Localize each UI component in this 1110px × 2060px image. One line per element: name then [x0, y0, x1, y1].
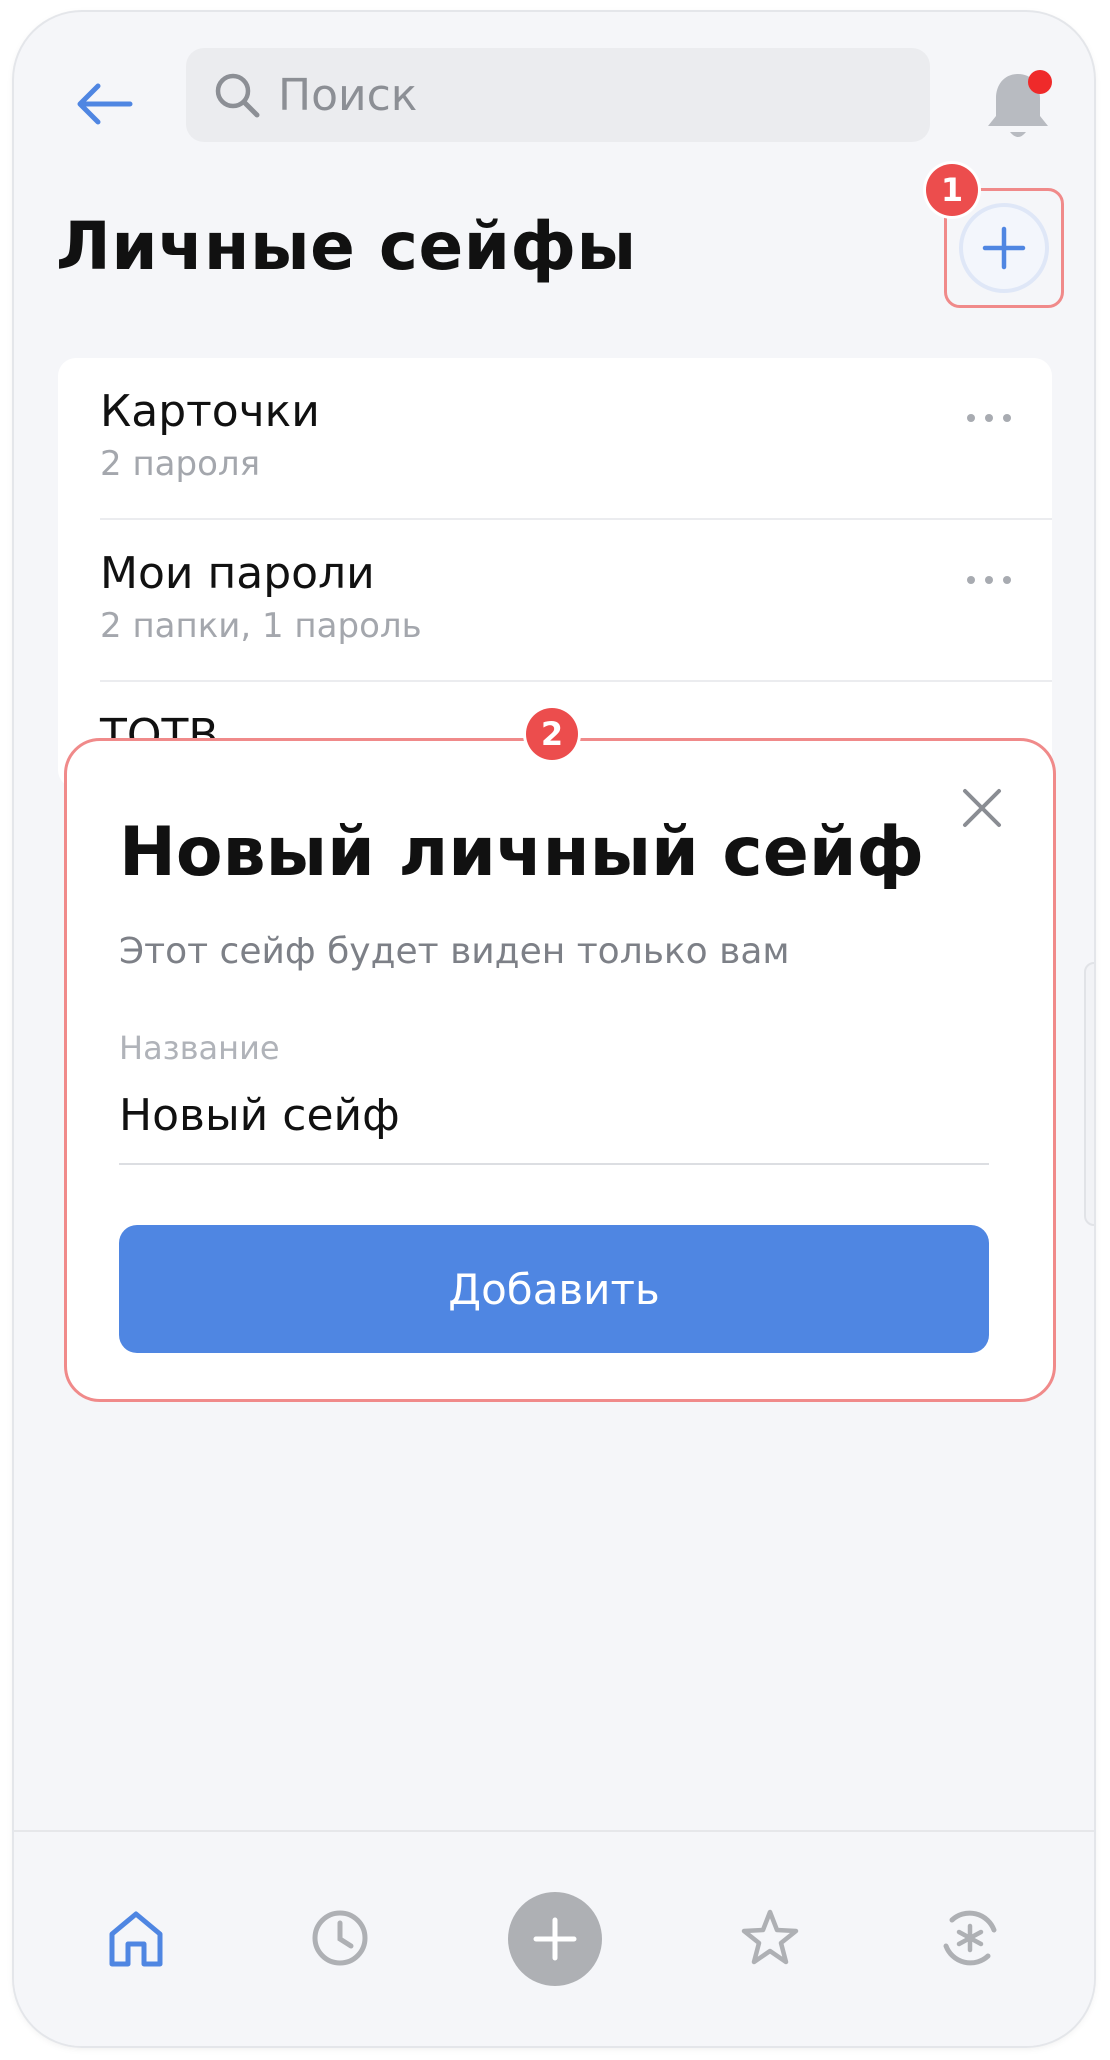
back-button[interactable]: [64, 64, 144, 144]
bell-icon: [988, 70, 1052, 137]
more-options-icon[interactable]: [964, 570, 1014, 590]
vault-item-my-passwords[interactable]: Мои пароли 2 папки, 1 пароль: [100, 520, 1052, 682]
input-underline: [119, 1163, 989, 1165]
magnifier-icon: [215, 73, 260, 118]
bottom-navigation: [14, 1830, 1094, 2046]
side-handle[interactable]: [1084, 962, 1094, 1226]
vault-name-input[interactable]: [119, 1073, 989, 1157]
nav-history[interactable]: [300, 1898, 380, 1978]
nav-home[interactable]: [96, 1898, 176, 1978]
more-options-icon[interactable]: [964, 408, 1014, 428]
vault-title: Карточки: [100, 386, 320, 437]
favorites-icon: [741, 1909, 799, 1965]
nav-generator[interactable]: [930, 1898, 1010, 1978]
vault-subtitle: 2 пароля: [100, 444, 261, 484]
nav-add[interactable]: [508, 1892, 602, 1986]
add-button[interactable]: Добавить: [119, 1225, 989, 1353]
page-title: Личные сейфы: [56, 208, 637, 285]
add-icon: [533, 1917, 577, 1961]
nav-favorites[interactable]: [730, 1898, 810, 1978]
step-badge-2: 2: [526, 708, 578, 760]
vault-item-cards[interactable]: Карточки 2 пароля: [100, 358, 1052, 520]
new-vault-dialog: Новый личный сейф Этот сейф будет виден …: [64, 738, 1056, 1402]
search-bar[interactable]: [186, 48, 930, 142]
name-field-label: Название: [119, 1029, 280, 1067]
plus-icon: [982, 226, 1026, 270]
vault-title: Мои пароли: [100, 548, 375, 599]
dialog-title: Новый личный сейф: [119, 813, 924, 892]
dialog-subtitle: Этот сейф будет виден только вам: [119, 931, 790, 972]
search-input[interactable]: [276, 68, 880, 122]
vault-subtitle: 2 папки, 1 пароль: [100, 606, 422, 646]
close-icon[interactable]: [957, 783, 1007, 833]
app-screen: Личные сейфы 1 Карточки 2 пароля Мои пар…: [14, 12, 1094, 2046]
arrow-left-icon: [77, 83, 133, 125]
add-vault-button[interactable]: [959, 203, 1049, 293]
password-generator-icon: [943, 1910, 997, 1966]
step-badge-1: 1: [926, 164, 978, 216]
home-icon: [109, 1911, 163, 1967]
history-icon: [312, 1910, 368, 1966]
notifications-button[interactable]: [978, 60, 1058, 150]
